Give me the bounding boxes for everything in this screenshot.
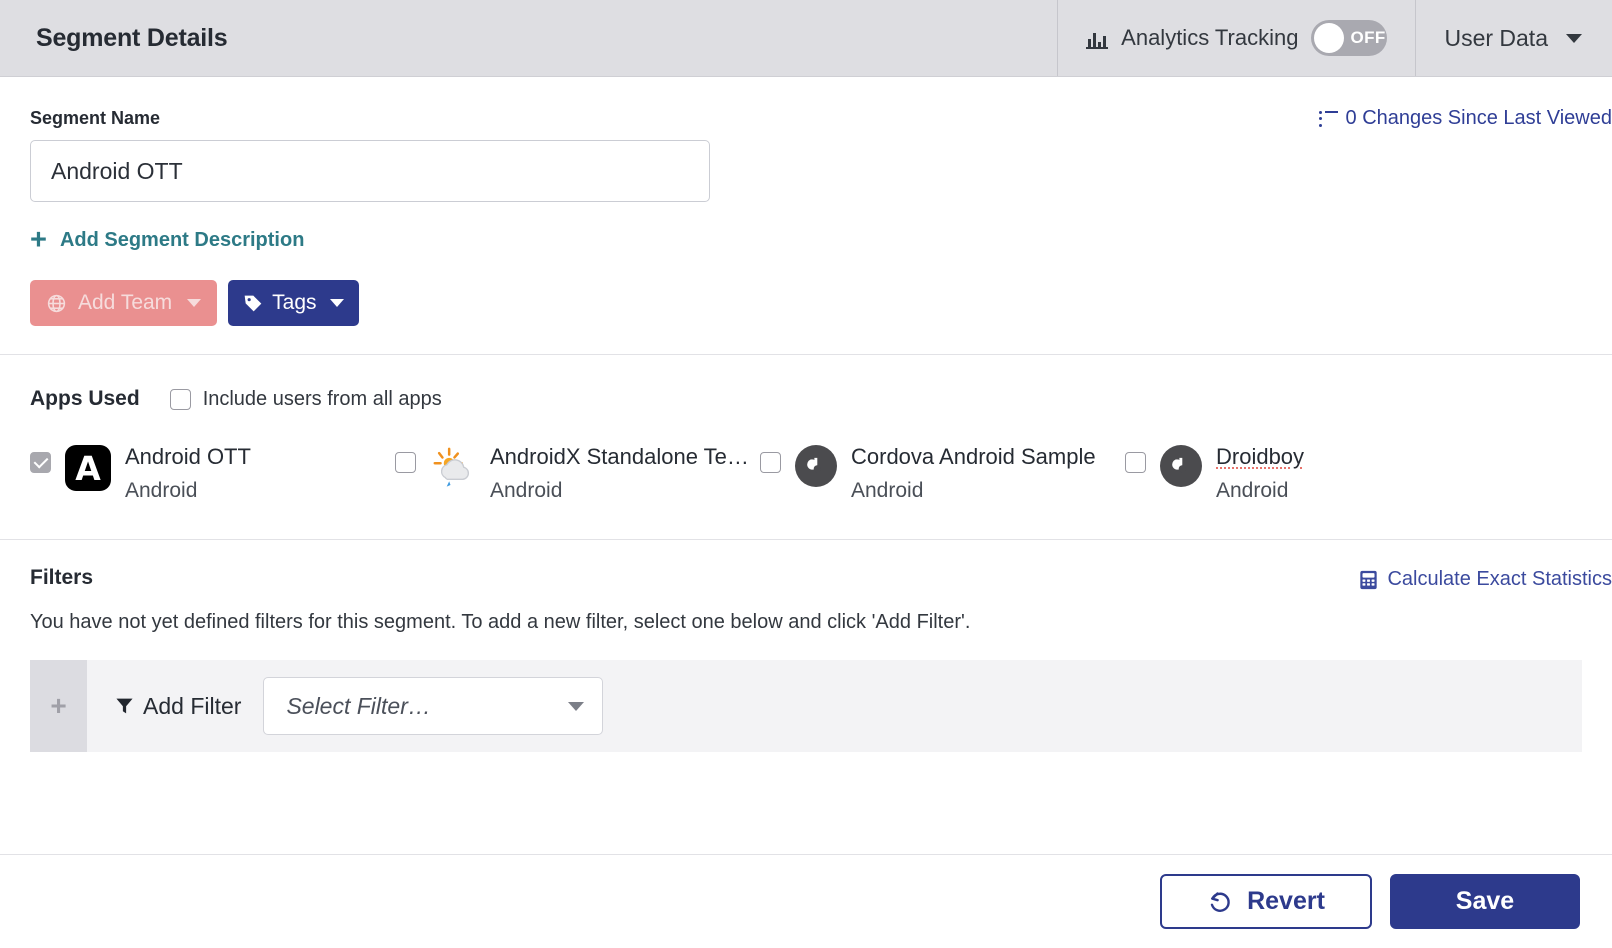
app-item-android-ott[interactable]: A Android OTT Android — [30, 442, 395, 506]
app-name: Android OTT — [125, 444, 251, 469]
revert-label: Revert — [1247, 887, 1325, 915]
app-icon-braze — [795, 445, 837, 487]
analytics-tracking-label: Analytics Tracking — [1121, 25, 1299, 50]
add-segment-description-button[interactable]: + Add Segment Description — [30, 226, 1582, 255]
app-checkbox[interactable] — [30, 452, 51, 473]
app-text-block: Cordova Android Sample Android — [851, 442, 1096, 506]
filters-empty-description: You have not yet defined filters for thi… — [30, 611, 971, 634]
calculate-link-label: Calculate Exact Statistics — [1387, 568, 1612, 591]
caret-down-icon — [187, 299, 202, 307]
add-team-button[interactable]: Add Team — [30, 280, 218, 326]
calculate-exact-statistics-link[interactable]: Calculate Exact Statistics — [1359, 568, 1612, 591]
header-title-zone: Segment Details — [0, 0, 1059, 76]
filters-section: Filters Calculate Exact Statistics You h… — [0, 540, 1612, 753]
app-icon-android-ott: A — [65, 445, 111, 491]
apps-list: A Android OTT Android AndroidX Standalon… — [30, 442, 1582, 506]
filters-title: Filters — [30, 566, 94, 590]
filter-drag-handle[interactable]: + — [30, 660, 87, 753]
list-icon — [1318, 110, 1338, 127]
caret-down-icon — [329, 299, 344, 307]
add-filter-button[interactable]: Add Filter — [115, 693, 241, 720]
changes-link-label: 0 Changes Since Last Viewed — [1345, 107, 1612, 129]
globe-icon — [46, 293, 67, 314]
app-platform: Android — [1216, 478, 1289, 502]
select-filter-dropdown[interactable]: Select Filter… — [263, 677, 604, 736]
app-checkbox[interactable] — [395, 452, 416, 473]
plus-icon: + — [30, 224, 47, 256]
app-item-cordova-android-sample[interactable]: Cordova Android Sample Android — [760, 442, 1125, 506]
add-segment-description-label: Add Segment Description — [59, 229, 305, 251]
user-data-menu[interactable]: User Data — [1416, 0, 1612, 76]
app-text-block: Android OTT Android — [125, 442, 251, 506]
page-title: Segment Details — [36, 23, 228, 52]
save-label: Save — [1455, 887, 1515, 915]
bar-chart-icon — [1086, 27, 1109, 49]
user-data-label: User Data — [1444, 24, 1548, 51]
app-name: AndroidX Standalone Te… — [490, 444, 749, 469]
app-text-block: Droidboy Android — [1216, 442, 1304, 506]
app-icon-braze — [1160, 445, 1202, 487]
tags-button[interactable]: Tags — [228, 280, 359, 326]
app-platform: Android — [125, 478, 198, 502]
app-platform: Android — [490, 478, 563, 502]
chevron-down-icon — [1566, 33, 1582, 43]
footer-actions: Revert Save — [0, 854, 1612, 948]
changes-since-last-viewed-link[interactable]: 0 Changes Since Last Viewed — [1318, 107, 1612, 130]
tag-icon — [243, 293, 263, 313]
include-all-apps-checkbox[interactable] — [169, 388, 191, 410]
toggle-knob — [1314, 23, 1345, 53]
select-filter-placeholder: Select Filter… — [286, 692, 431, 719]
apps-used-section: Apps Used Include users from all apps A … — [0, 355, 1612, 539]
app-name: Droidboy — [1216, 444, 1305, 469]
analytics-tracking-control[interactable]: Analytics Tracking OFF — [1058, 0, 1417, 76]
undo-icon — [1207, 889, 1233, 915]
include-all-apps-label: Include users from all apps — [202, 387, 442, 410]
apps-used-header: Apps Used Include users from all apps — [30, 387, 1582, 411]
app-header: Segment Details Analytics Tracking OFF U… — [0, 0, 1612, 77]
app-item-droidboy[interactable]: Droidboy Android — [1125, 442, 1490, 506]
app-checkbox[interactable] — [1125, 452, 1146, 473]
apps-used-title: Apps Used — [30, 387, 140, 410]
add-team-label: Add Team — [78, 291, 173, 314]
app-item-androidx-standalone[interactable]: AndroidX Standalone Te… Android — [395, 442, 760, 506]
app-text-block: AndroidX Standalone Te… Android — [490, 442, 749, 506]
app-checkbox[interactable] — [760, 452, 781, 473]
segment-name-section: Segment Name 0 Changes Since Last Viewed… — [0, 77, 1612, 354]
filter-row: + Add Filter Select Filter… — [30, 660, 1582, 753]
app-platform: Android — [851, 478, 924, 502]
caret-down-icon — [568, 701, 585, 711]
app-name: Cordova Android Sample — [851, 444, 1096, 469]
segment-actions-row: Add Team Tags — [30, 280, 1582, 326]
filter-row-content: Add Filter Select Filter… — [87, 660, 604, 752]
analytics-tracking-toggle[interactable]: OFF — [1311, 20, 1388, 56]
include-all-apps-row[interactable]: Include users from all apps — [169, 387, 442, 411]
revert-button[interactable]: Revert — [1160, 874, 1372, 929]
toggle-state-label: OFF — [1350, 28, 1386, 47]
calculator-icon — [1359, 570, 1378, 590]
app-icon-weather — [430, 445, 476, 491]
tags-label: Tags — [272, 291, 317, 314]
funnel-icon — [115, 696, 134, 716]
segment-name-input[interactable] — [30, 140, 710, 202]
save-button[interactable]: Save — [1390, 874, 1580, 929]
segment-details-page: Segment Details Analytics Tracking OFF U… — [0, 0, 1612, 948]
add-filter-label: Add Filter — [143, 692, 242, 719]
